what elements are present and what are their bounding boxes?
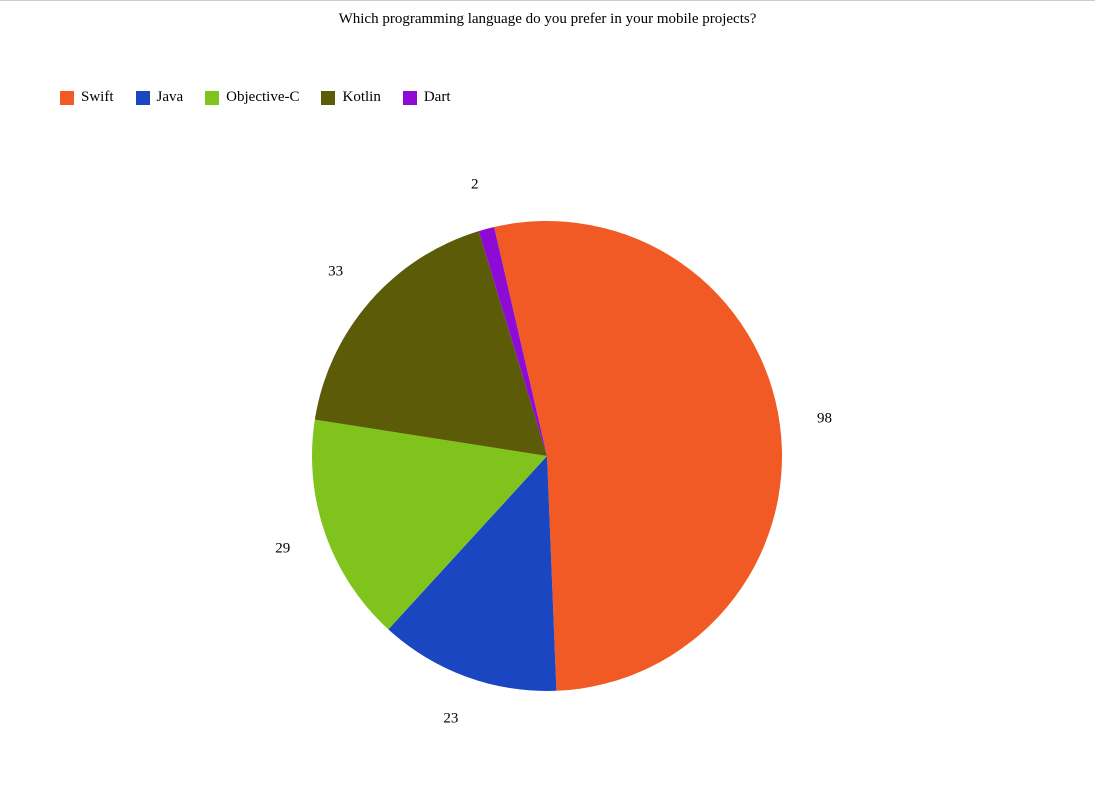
legend-swatch [403, 91, 417, 105]
legend-item[interactable]: Dart [403, 89, 451, 106]
legend-swatch [321, 91, 335, 105]
legend-item[interactable]: Objective-C [205, 89, 299, 106]
slice-value-label: 2 [471, 177, 479, 194]
legend-item[interactable]: Java [136, 89, 184, 106]
legend-item[interactable]: Kotlin [321, 89, 380, 106]
legend-swatch [205, 91, 219, 105]
slice-value-label: 33 [328, 264, 343, 281]
legend-item[interactable]: Swift [60, 89, 114, 106]
slice-value-label: 98 [817, 410, 832, 427]
legend: Swift Java Objective-C Kotlin Dart [60, 89, 450, 106]
legend-label: Objective-C [226, 89, 299, 106]
legend-swatch [60, 91, 74, 105]
slice-value-label: 23 [443, 710, 458, 727]
legend-label: Java [157, 89, 184, 106]
chart-title: Which programming language do you prefer… [0, 11, 1095, 28]
chart-frame: Which programming language do you prefer… [0, 0, 1095, 808]
slice-value-label: 29 [275, 540, 290, 557]
legend-label: Kotlin [342, 89, 380, 106]
legend-label: Dart [424, 89, 451, 106]
pie-svg [0, 141, 1095, 791]
legend-label: Swift [81, 89, 114, 106]
pie-plot: 98 23 29 33 2 [0, 141, 1095, 791]
legend-swatch [136, 91, 150, 105]
